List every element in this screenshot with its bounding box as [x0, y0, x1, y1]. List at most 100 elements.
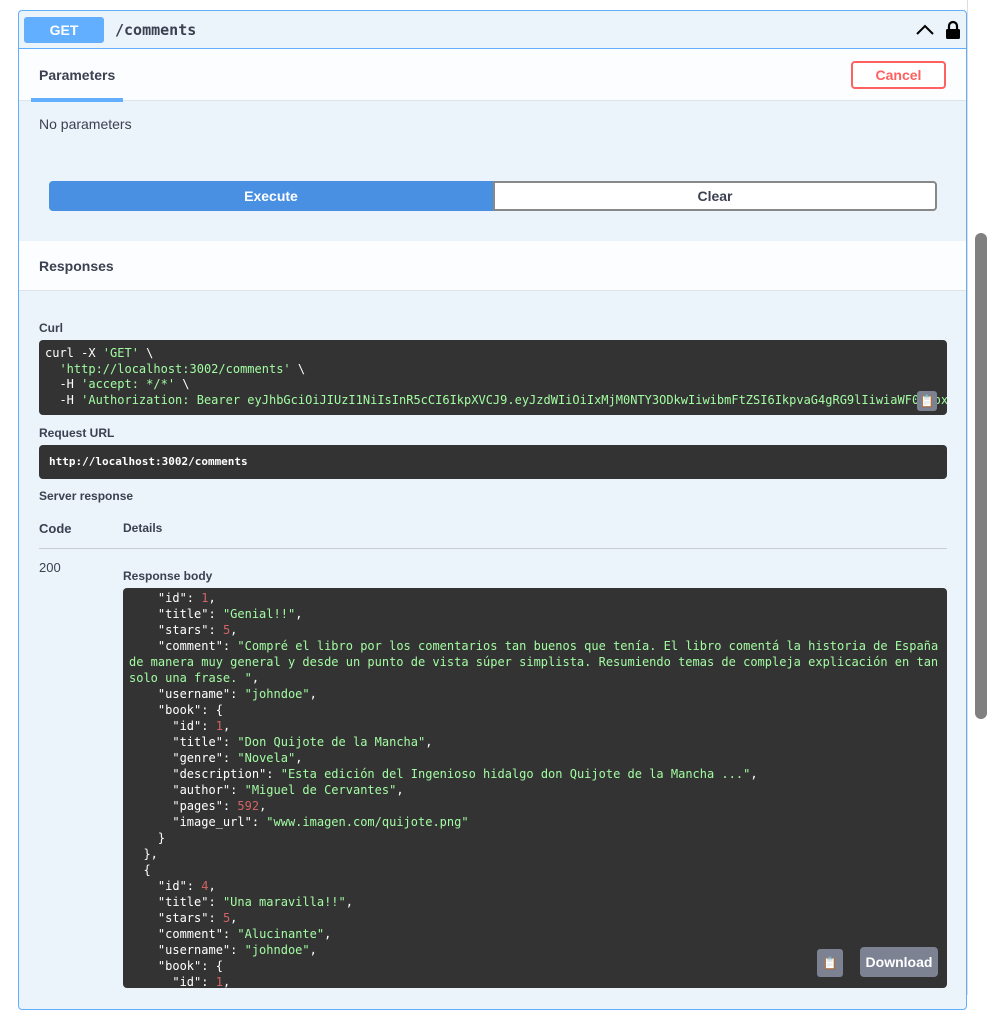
divider — [39, 548, 947, 549]
scrollbar-thumb[interactable] — [975, 233, 987, 719]
code-line: "title": "Don Quijote de la Mancha", — [129, 734, 941, 750]
code-token: , — [230, 911, 238, 925]
code-token: , — [259, 799, 267, 813]
copy-curl-icon[interactable]: 📋 — [917, 391, 937, 411]
request-url-label: Request URL — [39, 426, 115, 440]
code-line: 'http://localhost:3002/comments' \ — [45, 362, 941, 378]
code-token: "stars": — [129, 623, 223, 637]
code-token: "comment": — [129, 639, 238, 653]
responses-title: Responses — [19, 241, 966, 291]
execute-button[interactable]: Execute — [49, 181, 493, 211]
code-token: { — [129, 863, 151, 877]
code-token: , — [309, 687, 317, 701]
code-token: "username": — [129, 687, 245, 701]
code-token: curl -X — [45, 346, 103, 360]
cancel-button[interactable]: Cancel — [851, 60, 946, 89]
code-token: "Genial!!" — [222, 607, 296, 621]
code-line: "id": 4, — [129, 878, 941, 894]
code-token: , — [425, 735, 433, 749]
code-line: "comment": "Compré el libro por los come… — [129, 638, 941, 686]
code-line: "pages": 592, — [129, 798, 941, 814]
code-line: "description": "Esta edición del Ingenio… — [129, 766, 941, 782]
request-url[interactable]: http://localhost:3002/comments — [39, 445, 947, 479]
code-token: , — [208, 879, 216, 893]
code-line: "book": { — [129, 702, 941, 718]
curl-command[interactable]: curl -X 'GET' \ 'http://localhost:3002/c… — [39, 340, 947, 415]
code-token: "comment": — [129, 927, 238, 941]
code-token: , — [295, 607, 303, 621]
code-line: -H 'accept: */*' \ — [45, 377, 941, 393]
code-token: "description": — [129, 767, 281, 781]
code-token: "genre": — [129, 751, 238, 765]
copy-response-icon[interactable]: 📋 — [817, 949, 843, 977]
code-line: "username": "johndoe", — [129, 686, 941, 702]
code-line: "image_url": "www.imagen.com/quijote.png… — [129, 814, 941, 830]
download-button[interactable]: Download — [860, 947, 938, 977]
operation-block: GET /comments Parameters Cancel No param… — [18, 10, 967, 1010]
code-token: "title": — [129, 895, 223, 909]
code-line: "title": "Una maravilla!!", — [129, 894, 941, 910]
code-token: 4 — [201, 879, 209, 893]
code-token: "id": — [129, 719, 216, 733]
code-line: "genre": "Novela", — [129, 750, 941, 766]
code-token: "Alucinante" — [237, 927, 325, 941]
code-line: "id": 1, — [129, 590, 941, 606]
tab-parameters[interactable]: Parameters — [31, 67, 124, 102]
code-token: , — [324, 927, 332, 941]
code-token: 592 — [237, 799, 260, 813]
code-token: 'Authorization: Bearer eyJhbGciOiJIUzI1N… — [81, 392, 947, 407]
code-token: 1 — [215, 719, 223, 733]
method-badge: GET — [24, 16, 104, 43]
code-token: , — [222, 975, 231, 988]
code-line: } — [129, 830, 941, 846]
code-token: , — [396, 783, 404, 797]
code-token: , — [309, 943, 317, 957]
code-line: curl -X 'GET' \ — [45, 346, 941, 362]
code-token: "book": { — [129, 959, 223, 973]
execute-wrapper: Execute Clear — [49, 181, 937, 211]
parameters-header: Parameters Cancel — [19, 49, 966, 102]
code-line: "comment": "Alucinante", — [129, 926, 941, 942]
code-token: "title": — [129, 735, 238, 749]
chevron-up-icon[interactable] — [915, 20, 935, 40]
code-token: "title": — [129, 607, 223, 621]
code-token: "id": — [129, 975, 216, 988]
operation-summary[interactable]: GET /comments — [19, 11, 966, 49]
code-token: , — [345, 895, 353, 909]
code-token: 'accept: */*' — [81, 377, 176, 391]
code-token: "Miguel de Cervantes" — [244, 783, 397, 797]
code-line: "author": "Miguel de Cervantes", — [129, 782, 941, 798]
details-header: Details — [123, 521, 163, 535]
code-token: \ — [138, 346, 154, 360]
code-token: 1 — [215, 975, 223, 988]
lock-icon[interactable] — [945, 20, 961, 40]
code-token: "www.imagen.com/quijote.png" — [266, 815, 469, 829]
code-token: , — [208, 591, 216, 605]
curl-label: Curl — [39, 321, 63, 335]
code-token: , — [251, 671, 260, 685]
code-token: "book": { — [129, 703, 223, 717]
code-token: -H — [45, 377, 82, 391]
server-response-label: Server response — [39, 489, 134, 503]
code-token: , — [230, 623, 238, 637]
code-token: 1 — [201, 591, 209, 605]
code-token: , — [222, 719, 231, 733]
code-token: }, — [129, 847, 158, 861]
clear-button[interactable]: Clear — [493, 181, 937, 211]
code-token: , — [295, 751, 303, 765]
code-line: -H 'Authorization: Bearer eyJhbGciOiJIUz… — [45, 393, 947, 409]
code-token: "stars": — [129, 911, 223, 925]
response-body-label: Response body — [123, 569, 213, 583]
code-line: }, — [129, 846, 941, 862]
response-body[interactable]: "id": 1, "title": "Genial!!", "stars": 5… — [123, 588, 947, 988]
code-token: "Novela" — [237, 751, 296, 765]
code-line: "stars": 5, — [129, 622, 941, 638]
code-line: "id": 1, — [129, 718, 941, 734]
no-parameters-text: No parameters — [39, 116, 132, 132]
code-token: \ — [175, 377, 190, 391]
code-token: "pages": — [129, 799, 238, 813]
code-token: "johndoe" — [244, 943, 310, 957]
code-token: "johndoe" — [244, 687, 310, 701]
code-token: 'GET' — [102, 346, 139, 360]
code-line: "title": "Genial!!", — [129, 606, 941, 622]
